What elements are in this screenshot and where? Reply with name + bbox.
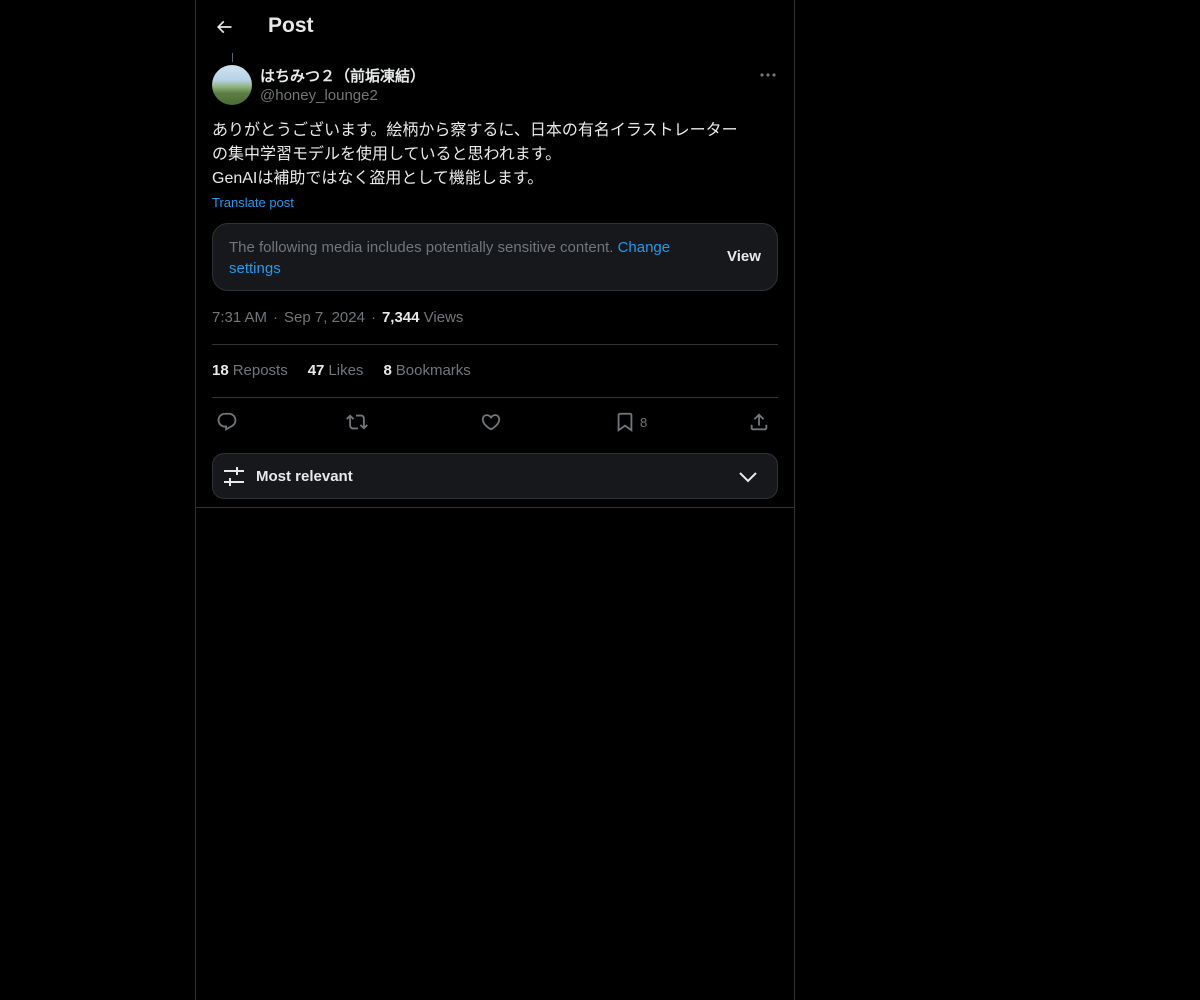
more-icon (760, 73, 776, 77)
more-button[interactable] (756, 64, 780, 86)
bookmarks-stat[interactable]: 8 Bookmarks (383, 362, 470, 379)
reply-button[interactable] (216, 408, 238, 436)
views-count: 7,344 (381, 309, 420, 326)
post-time[interactable]: 7:31 AM (212, 309, 267, 326)
back-button[interactable] (208, 11, 240, 43)
reply-sort-selector[interactable]: Most relevant (212, 453, 778, 499)
post-text-line: GenAIは補助ではなく盗用として機能します。 (212, 170, 544, 187)
thread-line (232, 53, 233, 62)
share-icon (750, 413, 768, 431)
back-arrow-icon (216, 20, 232, 34)
translate-post-link[interactable]: Translate post (212, 195, 294, 210)
chevron-down-icon (739, 472, 757, 483)
sensitive-media-warning: The following media includes potentially… (212, 223, 778, 291)
divider (196, 507, 794, 508)
reposts-count: 18 (212, 362, 229, 379)
post-text-line: の集中学習モデルを使用していると思われます。 (212, 146, 562, 163)
avatar[interactable] (212, 65, 252, 105)
post-meta: 7:31 AM · Sep 7, 2024 · 7,344 Views (212, 309, 464, 326)
post-text-line: ありがとうございます。絵柄から察するに、日本の有名イラストレーター (212, 122, 738, 139)
reply-icon (217, 412, 237, 431)
share-button[interactable] (748, 408, 770, 436)
bookmark-icon (617, 412, 633, 433)
bookmark-button[interactable]: 8 (614, 408, 647, 436)
repost-button[interactable] (346, 408, 368, 436)
reposts-label: Reposts (232, 362, 288, 379)
post-text: ありがとうございます。絵柄から察するに、日本の有名イラストレーター の集中学習モ… (212, 119, 780, 191)
likes-count: 47 (307, 362, 325, 379)
repost-icon (346, 414, 368, 430)
view-button[interactable]: View (727, 248, 761, 265)
author-handle[interactable]: @honey_lounge2 (260, 87, 378, 104)
author-name[interactable]: はちみつ２（前垢凍結） (260, 65, 425, 86)
likes-stat[interactable]: 47 Likes (308, 362, 364, 379)
sort-label: Most relevant (256, 468, 353, 485)
sensitive-notice-text: The following media includes potentially… (229, 239, 614, 256)
action-bar: 8 (212, 408, 778, 436)
post-stats: 18 Reposts 47 Likes 8 Bookmarks (212, 362, 491, 379)
divider (212, 344, 778, 345)
bookmark-count: 8 (640, 414, 648, 430)
post-date[interactable]: Sep 7, 2024 (284, 309, 365, 326)
bookmarks-label: Bookmarks (395, 362, 471, 379)
page-title: Post (268, 14, 314, 37)
sensitive-notice: The following media includes potentially… (229, 237, 709, 279)
primary-column: Post はちみつ２（前垢凍結） @honey_lounge2 ありがとうござい… (195, 0, 795, 1000)
like-button[interactable] (480, 408, 502, 436)
likes-label: Likes (328, 362, 364, 379)
views-label: Views (423, 309, 464, 326)
bookmarks-count: 8 (383, 362, 392, 379)
filter-icon (224, 467, 244, 486)
reposts-stat[interactable]: 18 Reposts (212, 362, 288, 379)
divider (212, 397, 778, 398)
page-header: Post (196, 0, 794, 53)
like-icon (481, 414, 501, 431)
